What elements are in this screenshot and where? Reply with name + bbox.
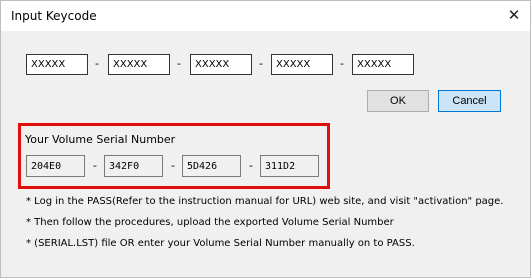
keycode-separator: - — [259, 57, 263, 70]
input-keycode-dialog: Input Keycode ✕ - - - - OK Cancel Your V… — [0, 0, 531, 278]
serial-field-2[interactable] — [104, 155, 163, 177]
keycode-separator: - — [340, 57, 344, 70]
keycode-field-1[interactable] — [26, 54, 88, 75]
keycode-field-5[interactable] — [352, 54, 414, 75]
serial-field-1[interactable] — [26, 155, 85, 177]
ok-button[interactable]: OK — [367, 90, 429, 112]
keycode-separator: - — [95, 57, 99, 70]
serial-separator: - — [93, 159, 97, 172]
keycode-field-4[interactable] — [271, 54, 333, 75]
close-icon[interactable]: ✕ — [504, 5, 524, 25]
serial-number-label: Your Volume Serial Number — [25, 133, 176, 146]
serial-field-3[interactable] — [182, 155, 241, 177]
cancel-button[interactable]: Cancel — [438, 90, 501, 112]
instruction-note-3: * (SERIAL.LST) file OR enter your Volume… — [26, 238, 415, 249]
instruction-note-2: * Then follow the procedures, upload the… — [26, 217, 394, 228]
instruction-note-1: * Log in the PASS(Refer to the instructi… — [26, 196, 504, 207]
keycode-field-2[interactable] — [108, 54, 170, 75]
title-bar: Input Keycode ✕ — [1, 1, 530, 31]
keycode-field-3[interactable] — [190, 54, 252, 75]
keycode-separator: - — [177, 57, 181, 70]
serial-separator: - — [171, 159, 175, 172]
dialog-title: Input Keycode — [11, 9, 97, 23]
serial-field-4[interactable] — [260, 155, 319, 177]
serial-separator: - — [249, 159, 253, 172]
